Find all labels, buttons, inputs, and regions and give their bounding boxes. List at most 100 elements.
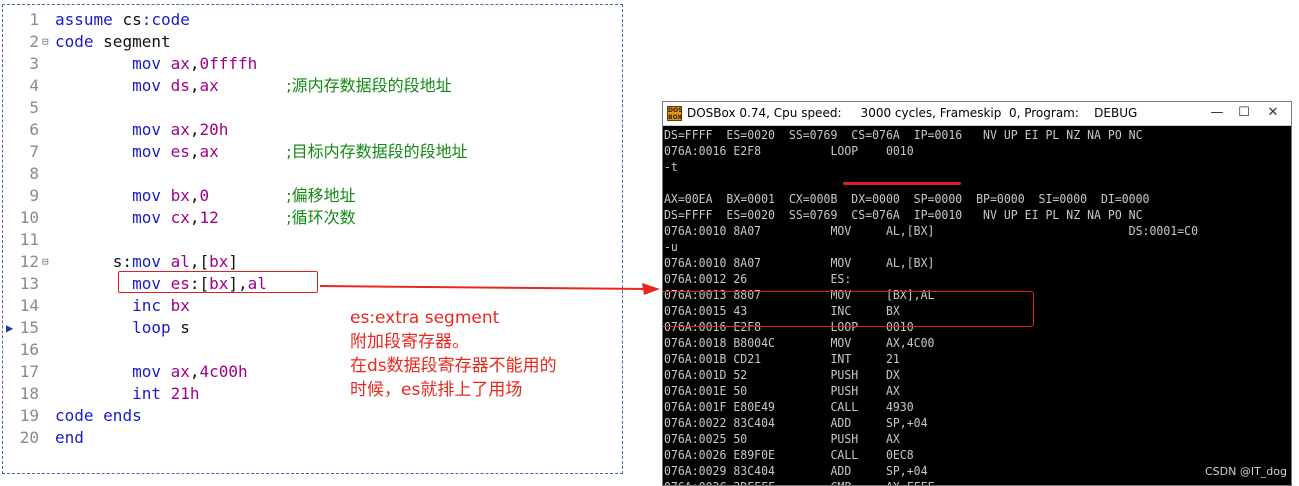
terminal-line: 076A:001B CD21 INT 21 xyxy=(664,352,900,366)
terminal-line: 076A:001D 52 PUSH DX xyxy=(664,368,900,382)
line-number: 14 xyxy=(19,296,39,315)
terminal-line: 076A:001E 50 PUSH AX xyxy=(664,384,900,398)
maximize-button[interactable]: ☐ xyxy=(1230,104,1258,122)
line-number: 5 xyxy=(29,98,39,117)
line-number: 10 xyxy=(19,208,39,227)
code-token: ;源内存数据段的段地址 xyxy=(286,76,452,95)
close-button[interactable]: ✕ xyxy=(1259,104,1287,122)
code-token: , xyxy=(189,54,200,73)
code-line[interactable]: 8 xyxy=(3,163,622,185)
code-token: segment xyxy=(103,32,171,51)
code-text: mov bx,0 ;偏移地址 xyxy=(55,185,356,207)
code-line[interactable]: 2 ⊟ code segment xyxy=(3,31,622,53)
code-line[interactable]: 12 ⊟ s:mov al,[bx] xyxy=(3,251,622,273)
line-number: 12 xyxy=(19,252,39,271)
code-token: 20h xyxy=(199,120,229,139)
code-token: 4c00h xyxy=(199,362,248,381)
terminal-line: 076A:0022 83C404 ADD SP,+04 xyxy=(664,416,928,430)
code-token: mov xyxy=(55,120,171,139)
code-line[interactable]: 3 mov ax,0ffffh xyxy=(3,53,622,75)
annotation-line: 时候，es就排上了用场 xyxy=(350,380,523,400)
terminal-line: 076A:0029 83C404 ADD SP,+04 xyxy=(664,464,928,478)
terminal-line: 076A:0016 E2F8 LOOP 0010 xyxy=(664,144,914,158)
line-number: 19 xyxy=(19,406,39,425)
code-token: code xyxy=(55,406,104,425)
code-token: ds xyxy=(170,76,190,95)
code-text: s:mov al,[bx] xyxy=(55,251,238,273)
code-token: mov xyxy=(55,208,171,227)
line-number: 8 xyxy=(29,164,39,183)
code-line[interactable]: 7 mov es,ax ;目标内存数据段的段地址 xyxy=(3,141,622,163)
code-line[interactable]: 10 mov cx,12 ;循环次数 xyxy=(3,207,622,229)
highlight-box-es-prefix xyxy=(663,291,1034,327)
code-token: ends xyxy=(103,406,142,425)
terminal-line: AX=00EA BX=0001 CX=000B DX=0000 SP=0000 … xyxy=(664,192,1150,206)
code-token: mov xyxy=(132,252,171,271)
code-token: , xyxy=(189,208,200,227)
line-number: 1 xyxy=(29,10,39,29)
code-text: loop s xyxy=(55,317,190,339)
dosbox-window[interactable]: DOS BOX DOSBox 0.74, Cpu speed: 3000 cyc… xyxy=(662,101,1292,486)
code-line[interactable]: 20 end xyxy=(3,427,622,449)
code-line[interactable]: 19 code ends xyxy=(3,405,622,427)
code-token: , xyxy=(189,120,200,139)
fold-toggle-icon[interactable]: ⊟ xyxy=(42,251,49,273)
terminal-line: 076A:0025 50 PUSH AX xyxy=(664,432,900,446)
code-line[interactable]: 6 mov ax,20h xyxy=(3,119,622,141)
terminal-line: 076A:0010 8A07 MOV AL,[BX] xyxy=(664,256,935,270)
terminal-line: -t xyxy=(664,160,678,174)
code-token: bx xyxy=(170,296,190,315)
terminal-line: 076A:001F E80E49 CALL 4930 xyxy=(664,400,914,414)
terminal-line: 076A:002C 3DFFFF CMP AX,FFFF xyxy=(664,479,934,485)
line-number: 4 xyxy=(29,76,39,95)
current-line-marker-icon: ▶ xyxy=(6,321,14,335)
code-line[interactable]: 1 assume cs:code xyxy=(3,9,622,31)
code-token: mov xyxy=(55,54,171,73)
code-token: ax xyxy=(170,362,190,381)
code-token: mov xyxy=(55,362,171,381)
code-token: : xyxy=(141,10,152,29)
terminal-line: 076A:0018 B8004C MOV AX,4C00 xyxy=(664,336,935,350)
line-number: 16 xyxy=(19,340,39,359)
code-token: cx xyxy=(170,208,190,227)
code-token: , xyxy=(189,142,200,161)
dosbox-app-icon: DOS BOX xyxy=(667,106,683,121)
code-line[interactable]: 11 xyxy=(3,229,622,251)
code-token: int xyxy=(55,384,171,403)
code-token: s: xyxy=(55,252,133,271)
highlight-box-line-13 xyxy=(118,271,318,293)
line-number: 2 xyxy=(29,32,39,51)
watermark: CSDN @IT_dog xyxy=(1204,465,1287,478)
line-number: 17 xyxy=(19,362,39,381)
minimize-button[interactable]: — xyxy=(1203,104,1231,122)
code-line[interactable]: 5 xyxy=(3,97,622,119)
code-token: mov xyxy=(55,76,171,95)
code-token: ;目标内存数据段的段地址 xyxy=(286,142,468,161)
code-token: assume xyxy=(55,10,123,29)
loop-underline-mark xyxy=(843,182,961,185)
code-token: ax xyxy=(170,120,190,139)
code-text: mov ax,20h xyxy=(55,119,228,141)
code-line[interactable]: 4 mov ds,ax ;源内存数据段的段地址 xyxy=(3,75,622,97)
code-text: int 21h xyxy=(55,383,199,405)
code-token: , xyxy=(189,362,200,381)
code-line[interactable]: 9 mov bx,0 ;偏移地址 xyxy=(3,185,622,207)
line-number: 18 xyxy=(19,384,39,403)
code-text: mov ax,4c00h xyxy=(55,361,248,383)
dosbox-titlebar[interactable]: DOS BOX DOSBox 0.74, Cpu speed: 3000 cyc… xyxy=(663,102,1291,126)
fold-toggle-icon[interactable]: ⊟ xyxy=(42,31,49,53)
code-token: inc xyxy=(55,296,171,315)
line-number: 3 xyxy=(29,54,39,73)
code-token: es xyxy=(170,142,190,161)
terminal-line: DS=FFFF ES=0020 SS=0769 CS=076A IP=0016 … xyxy=(664,128,1143,142)
code-token: s xyxy=(180,318,190,337)
code-text: inc bx xyxy=(55,295,190,317)
code-text: mov es,ax ;目标内存数据段的段地址 xyxy=(55,141,468,163)
line-number: 6 xyxy=(29,120,39,139)
code-text: end xyxy=(55,427,84,449)
code-editor[interactable]: 1 assume cs:code 2 ⊟ code segment 3 mov ax,0f… xyxy=(2,4,623,474)
annotation-line: 在ds数据段寄存器不能用的 xyxy=(350,356,557,376)
code-token: , xyxy=(189,76,200,95)
annotation-line: 附加段寄存器。 xyxy=(350,332,469,352)
